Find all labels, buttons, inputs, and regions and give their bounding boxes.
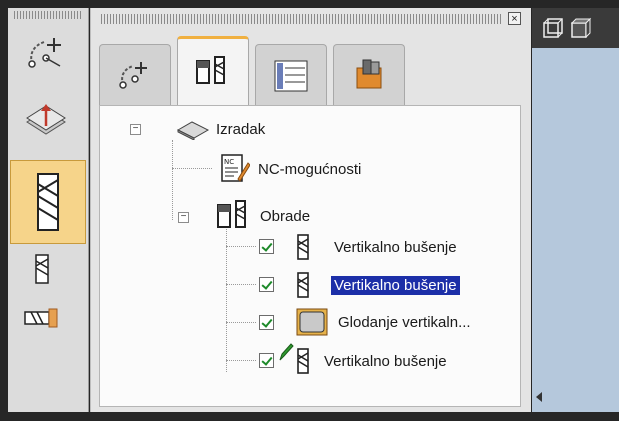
pencil-icon [279,343,294,361]
close-icon: × [511,13,518,25]
solid-cube-icon[interactable] [570,17,592,39]
small-drill-tool-button[interactable] [22,248,62,290]
drill-icon [37,173,59,231]
expand-toggle-obrade[interactable]: − [178,212,189,223]
operations-icon [217,200,246,228]
operations-panel: × − Izradak NC NC-mogućnosti − Obrade Ve… [90,8,531,412]
node-label: Izradak [216,120,266,138]
tree-line [226,246,256,247]
small-drill-icon [35,254,49,284]
operations-tree: − Izradak NC NC-mogućnosti − Obrade Vert… [99,105,521,407]
horizontal-drill-icon [24,308,58,328]
program-table-icon [274,60,308,91]
tree-line [226,220,227,372]
tab-path-edit[interactable] [99,44,171,106]
tree-node-izradak[interactable]: Izradak [176,114,265,144]
node-label: Obrade [260,207,311,225]
tree-line [226,322,256,323]
tree-line [172,140,173,220]
tree-line [226,284,256,285]
operation-label: Vertikalno bušenje [334,238,457,256]
operation-item[interactable]: Vertikalno bušenje [296,346,447,376]
viewport-area [532,8,619,412]
workpiece-layer-tool-button[interactable] [18,94,74,146]
operation-label: Vertikalno bušenje [324,352,447,370]
tree-line [172,168,212,169]
operation-label: Glodanje vertikaln... [338,313,471,331]
horizontal-drill-tool-button[interactable] [18,298,68,338]
drill-tool-button[interactable] [10,160,86,244]
operation-checkbox[interactable] [259,239,274,254]
operation-checkbox[interactable] [259,315,274,330]
operation-item[interactable]: Glodanje vertikaln... [296,306,471,338]
workpiece-layer-icon [26,104,66,135]
toolbar-grip[interactable] [14,11,82,19]
panel-close-button[interactable]: × [508,12,521,25]
tree-line [226,360,256,361]
operations-tree-icon [196,55,225,84]
expand-toggle-izradak[interactable]: − [130,124,141,135]
path-edit-icon [28,38,61,68]
panel-grip[interactable] [101,14,501,24]
tree-node-obrade[interactable]: Obrade [216,198,310,234]
path-edit-tool-button[interactable] [18,28,74,80]
drill-icon [297,348,309,374]
node-label: NC-mogućnosti [258,160,362,178]
nc-document-icon: NC [221,154,250,182]
operation-checkbox[interactable] [259,353,274,368]
operation-label: Vertikalno bušenje [331,275,460,295]
scroll-arrow-icon[interactable] [536,392,542,402]
operation-checkbox[interactable] [259,277,274,292]
tab-program-table[interactable] [255,44,327,106]
wireframe-cube-icon[interactable] [542,17,564,39]
path-edit-icon [119,61,147,89]
operation-item-selected[interactable]: Vertikalno bušenje [296,270,460,300]
tab-tool-block[interactable] [333,44,405,106]
tool-block-icon [356,59,382,88]
operation-item[interactable]: Vertikalno bušenje [296,232,457,262]
drill-icon [297,272,309,298]
panel-tabs [99,36,405,106]
view-toolbar [532,8,619,48]
left-toolbar [8,8,89,412]
drill-icon [297,234,309,260]
tab-operations[interactable] [177,36,249,106]
milling-pocket-icon [296,308,328,336]
workpiece-icon [176,121,210,140]
tree-node-nc[interactable]: NC NC-mogućnosti [220,152,361,186]
svg-text:NC: NC [224,158,234,166]
